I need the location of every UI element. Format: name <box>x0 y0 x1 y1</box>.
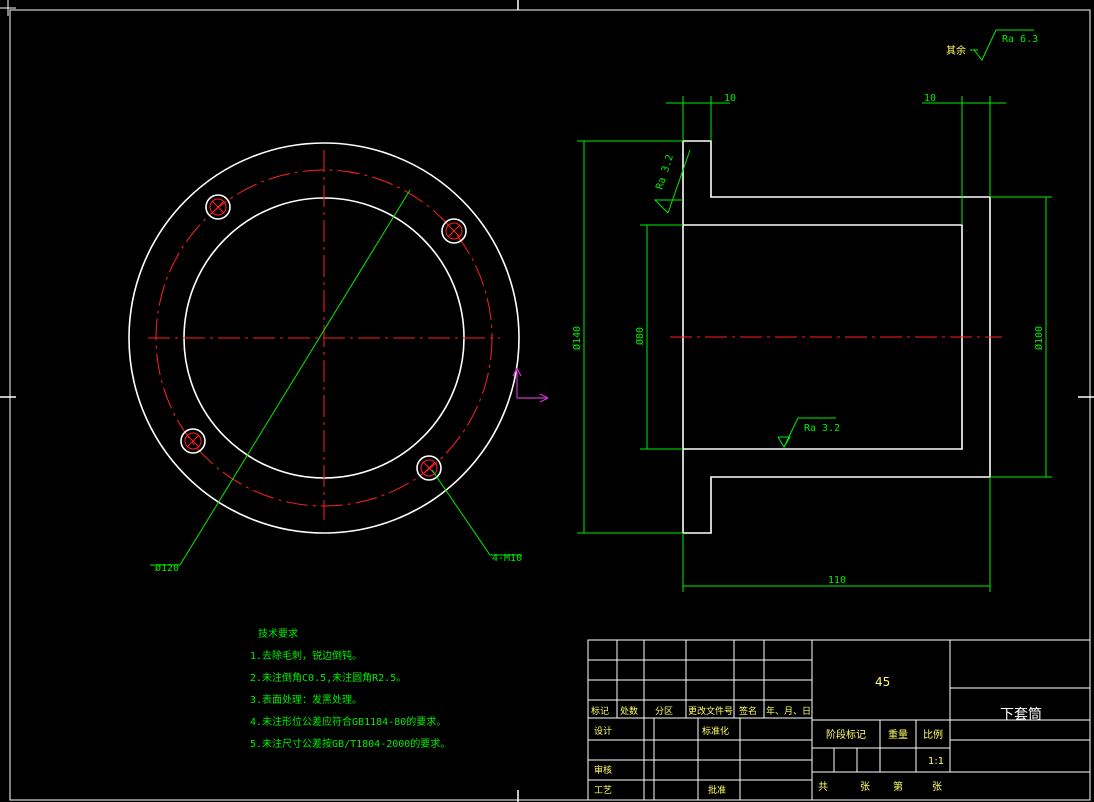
section-view[interactable]: 10 10 Ø140 Ø80 Ø100 110 Ra 3.2 Ra 3.2 <box>571 93 1052 592</box>
design-label: 设计 <box>594 725 612 737</box>
bolt-hole <box>441 218 467 244</box>
general-roughness-prefix: 其余 <box>946 44 966 57</box>
drawing-frame <box>9 9 1091 801</box>
part-name: 下套筒 <box>1000 706 1042 723</box>
holes-leader <box>431 469 491 556</box>
review-label: 审核 <box>594 764 612 776</box>
frame-tick-marks <box>0 0 1094 802</box>
header-change-doc: 更改文件号 <box>688 705 733 717</box>
ucs-corner-icon <box>0 0 16 16</box>
total-label: 共 <box>818 781 828 793</box>
technical-requirements: 技术要求 1.去除毛刺，锐边倒钝。 2.未注倒角C0.5,未注圆角R2.5。 3… <box>250 627 450 750</box>
rough-flange-label: Ra 3.2 <box>654 153 676 191</box>
rough-bore-label: Ra 3.2 <box>804 423 840 434</box>
bolt-hole <box>205 194 231 220</box>
dim-body-dia: Ø100 <box>1033 326 1045 350</box>
title-block[interactable]: 45 下套筒 标记 处数 分区 更改文件号 签名 年、月、日 设计 标准化 审核… <box>587 639 1091 801</box>
bolt-hole <box>416 455 442 481</box>
ucs-axis-icon <box>512 367 549 403</box>
bolt-circle-dimension: Ø120 <box>155 562 179 574</box>
approve-label: 批准 <box>708 784 726 796</box>
header-signature: 签名 <box>739 705 757 717</box>
dim-outer-dia: Ø140 <box>571 326 583 350</box>
dim-length: 110 <box>828 575 846 586</box>
dim-inner-dia: Ø80 <box>634 327 646 345</box>
holes-dimension: 4-M10 <box>492 553 522 564</box>
bolt-circle-leader <box>179 189 411 566</box>
dim-flange-thickness: 10 <box>724 93 736 104</box>
top-dimensions <box>666 96 1006 225</box>
bolt-hole <box>180 428 206 454</box>
header-zone: 分区 <box>655 706 673 717</box>
note-item: 5.未注尺寸公差按GB/T1804-2000的要求。 <box>250 737 450 750</box>
dim-wall-thickness: 10 <box>924 93 936 104</box>
sheets-label: 张 <box>860 781 870 793</box>
general-roughness-label: Ra 6.3 <box>1002 34 1038 45</box>
header-mark: 标记 <box>591 705 609 717</box>
notes-title: 技术要求 <box>258 627 298 640</box>
note-item: 1.去除毛刺，锐边倒钝。 <box>250 649 362 662</box>
scale-label: 比例 <box>923 728 943 741</box>
note-item: 4.未注形位公差应符合GB1184-80的要求。 <box>250 715 446 728</box>
material-value: 45 <box>875 675 890 689</box>
cad-drawing[interactable]: Ø120 4-M10 10 10 Ø140 Ø80 Ø100 110 Ra 3.… <box>0 0 1094 802</box>
weight-label: 重量 <box>888 728 908 741</box>
header-date: 年、月、日 <box>766 705 811 717</box>
process-label: 工艺 <box>594 785 612 796</box>
front-view[interactable]: Ø120 4-M10 <box>128 142 522 574</box>
note-item: 3.表面处理：发黑处理。 <box>250 693 362 706</box>
stage-mark-label: 阶段标记 <box>826 728 866 741</box>
scale-value: 1:1 <box>928 756 944 767</box>
sheet-label: 张 <box>932 781 942 793</box>
note-item: 2.未注倒角C0.5,未注圆角R2.5。 <box>250 671 406 684</box>
header-count: 处数 <box>620 705 638 717</box>
outer-diameter-dimension <box>577 140 1052 592</box>
standardize-label: 标准化 <box>702 725 729 737</box>
page-label: 第 <box>893 780 903 793</box>
